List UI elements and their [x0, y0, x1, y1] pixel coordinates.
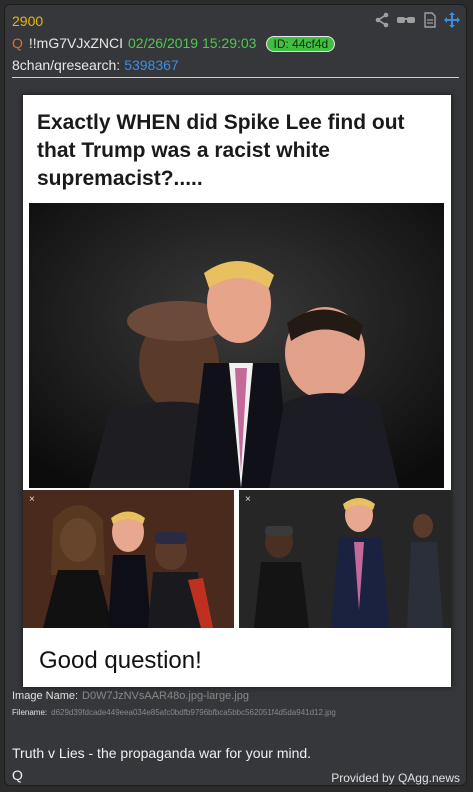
post-number: 2900	[12, 13, 44, 29]
move-icon[interactable]	[444, 12, 460, 28]
post-card: 2900 Q !!mG7VJxZNCI 02/26/2019 15:29:03 ID:…	[4, 4, 467, 786]
thread-reference: 8chan/qresearch: 5398367	[12, 57, 179, 73]
sub-photo-2: ×	[239, 490, 451, 628]
post-toolbar	[374, 12, 460, 28]
glasses-icon[interactable]	[396, 12, 416, 28]
close-icon: ×	[245, 494, 251, 505]
thread-link[interactable]: 5398367	[124, 57, 179, 73]
image-name-row: Image Name: D0W7JzNVsAAR48o.jpg-large.jpg	[12, 690, 249, 702]
image-name-value[interactable]: D0W7JzNVsAAR48o.jpg-large.jpg	[82, 690, 249, 702]
post-signature: Q	[12, 767, 23, 783]
photo-illustration	[239, 490, 451, 628]
filename-label: Filename:	[12, 708, 48, 717]
post-datetime: 02/26/2019 15:29:03	[128, 35, 257, 51]
divider	[12, 77, 459, 78]
post-header: Q !!mG7VJxZNCI 02/26/2019 15:29:03 ID: 44cf…	[12, 35, 336, 52]
photo-illustration	[23, 490, 234, 628]
id-badge[interactable]: ID: 44cf4d	[266, 36, 336, 52]
filename-value[interactable]: d629d39fdcade449eea034e85afc0bdfb9796bfb…	[51, 708, 336, 717]
image-name-label: Image Name:	[12, 690, 79, 702]
meme-caption: Good question!	[39, 647, 202, 674]
q-marker: Q	[12, 35, 23, 51]
board-name: 8chan/qresearch:	[12, 57, 121, 73]
close-icon: ×	[29, 494, 35, 505]
document-icon[interactable]	[422, 12, 438, 28]
main-photo	[29, 203, 444, 488]
meme-headline: Exactly WHEN did Spike Lee find out that…	[37, 111, 405, 190]
post-text: Truth v Lies - the propaganda war for yo…	[12, 745, 312, 761]
tripcode: !!mG7VJxZNCI	[28, 35, 124, 51]
provided-by[interactable]: Provided by QAgg.news	[331, 771, 460, 785]
share-icon[interactable]	[374, 12, 390, 28]
post-image[interactable]: Exactly WHEN did Spike Lee find out that…	[23, 95, 451, 687]
photo-illustration	[29, 203, 444, 488]
filename-row: Filename: d629d39fdcade449eea034e85afc0bd…	[12, 708, 336, 717]
sub-photo-1: ×	[23, 490, 234, 628]
